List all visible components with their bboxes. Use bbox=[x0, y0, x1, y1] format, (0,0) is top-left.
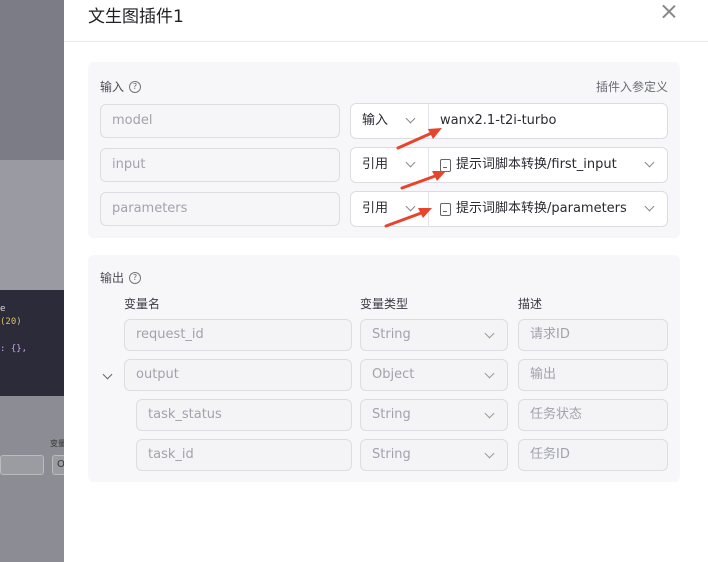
param-name-input: input bbox=[100, 148, 340, 182]
plugin-params-define-link[interactable]: 插件入参定义 bbox=[596, 78, 668, 95]
output-var-type-select: Object bbox=[360, 359, 508, 391]
output-section-label: 输出 ? bbox=[100, 269, 142, 286]
param-name-model: model bbox=[100, 104, 340, 138]
column-header-desc: 描述 bbox=[518, 297, 543, 311]
annotation-arrow-icon bbox=[396, 128, 442, 150]
value-input-text: wanx2.1-t2i-turbo bbox=[440, 113, 557, 128]
output-var-name: request_id bbox=[124, 319, 352, 351]
value-input[interactable]: wanx2.1-t2i-turbo bbox=[429, 104, 667, 138]
input-label-text: 输入 bbox=[100, 80, 125, 94]
output-var-desc: 请求ID bbox=[518, 319, 668, 351]
question-circle-icon[interactable]: ? bbox=[129, 271, 142, 284]
input-section-label: 输入 ? bbox=[100, 78, 142, 95]
background-input bbox=[0, 455, 44, 475]
annotation-arrow-icon bbox=[384, 208, 432, 228]
output-var-type-select: String bbox=[360, 439, 508, 471]
param-value-input: 引用 提示词脚本转换/first_input bbox=[350, 147, 668, 183]
reference-select-text: 提示词脚本转换/first_input bbox=[456, 157, 617, 172]
question-circle-icon[interactable]: ? bbox=[129, 80, 142, 93]
background-mid bbox=[0, 160, 64, 290]
param-name-parameters: parameters bbox=[100, 192, 340, 226]
chevron-down-icon bbox=[644, 201, 655, 212]
reference-select[interactable]: 提示词脚本转换/parameters bbox=[429, 192, 667, 226]
column-header-type: 变量类型 bbox=[360, 297, 409, 311]
document-variable-icon bbox=[440, 202, 451, 216]
output-card: 输出 ? 变量名 变量类型 描述 request_id String 请求ID … bbox=[88, 255, 680, 482]
background-lower bbox=[0, 396, 64, 562]
output-var-name: task_status bbox=[136, 399, 352, 431]
output-var-name: task_id bbox=[136, 439, 352, 471]
drawer-header: 文生图插件1 bbox=[64, 0, 708, 42]
output-var-name: output bbox=[124, 359, 352, 391]
output-var-desc: 任务ID bbox=[518, 439, 668, 471]
chevron-down-icon bbox=[405, 157, 416, 168]
close-icon[interactable] bbox=[660, 3, 678, 21]
chevron-down-icon bbox=[484, 368, 495, 379]
code-line: e bbox=[0, 304, 6, 314]
type-label: String bbox=[372, 447, 411, 462]
output-var-type-select: String bbox=[360, 319, 508, 351]
mode-select-label: 输入 bbox=[362, 113, 389, 128]
chevron-down-icon bbox=[405, 113, 416, 124]
type-label: String bbox=[372, 327, 411, 342]
type-label: Object bbox=[372, 367, 415, 382]
output-var-type-select: String bbox=[360, 399, 508, 431]
reference-select[interactable]: 提示词脚本转换/first_input bbox=[429, 148, 667, 182]
expand-chevron-icon[interactable] bbox=[102, 369, 113, 380]
drawer-title: 文生图插件1 bbox=[88, 7, 184, 27]
column-header-name: 变量名 bbox=[124, 297, 161, 311]
chevron-down-icon bbox=[644, 157, 655, 168]
output-label-text: 输出 bbox=[100, 271, 125, 285]
background-code-block: e (20) : {}, bbox=[0, 290, 64, 396]
output-var-desc: 任务状态 bbox=[518, 399, 668, 431]
plugin-drawer: 文生图插件1 输入 ? 插件入参定义 model 输入 wanx2.1-t2i-… bbox=[64, 0, 708, 562]
output-var-desc: 输出 bbox=[518, 359, 668, 391]
chevron-down-icon bbox=[484, 328, 495, 339]
code-line: : {}, bbox=[0, 344, 28, 354]
chevron-down-icon bbox=[484, 408, 495, 419]
mode-select-label: 引用 bbox=[362, 157, 389, 172]
chevron-down-icon bbox=[484, 448, 495, 459]
reference-select-text: 提示词脚本转换/parameters bbox=[456, 201, 627, 216]
annotation-arrow-icon bbox=[400, 171, 446, 190]
type-label: String bbox=[372, 407, 411, 422]
code-line: (20) bbox=[0, 317, 22, 327]
